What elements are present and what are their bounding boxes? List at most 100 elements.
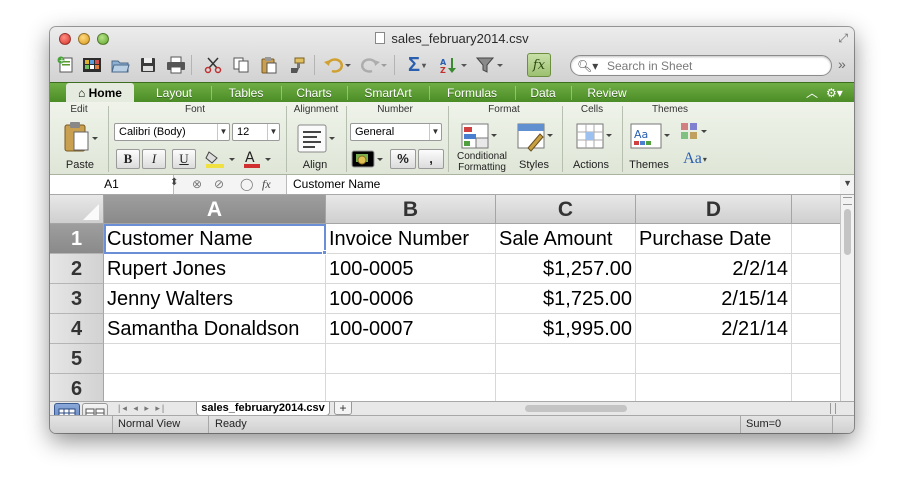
add-sheet-button[interactable]: +	[334, 402, 352, 415]
column-header-d[interactable]: D	[636, 195, 792, 224]
print-icon[interactable]	[165, 53, 187, 77]
currency-format-icon[interactable]	[350, 149, 386, 169]
paste-icon[interactable]	[258, 53, 280, 77]
row-header-5[interactable]: 5	[50, 344, 104, 374]
search-in-sheet-field[interactable]: 🔍︎▾ Search in Sheet	[570, 55, 832, 76]
cell-c1[interactable]: Sale Amount	[496, 224, 636, 254]
cell-e2[interactable]	[792, 254, 840, 284]
fill-handle[interactable]	[322, 250, 327, 255]
row-header-6[interactable]: 6	[50, 374, 104, 401]
ribbon-settings-icon[interactable]: ⚙▾	[826, 83, 843, 103]
comma-style-button[interactable]: ,	[418, 149, 444, 169]
themes-icon[interactable]: Aa	[626, 120, 672, 152]
highlight-color-icon[interactable]	[202, 149, 238, 169]
tab-tables[interactable]: Tables	[214, 83, 278, 103]
cell-a5[interactable]	[104, 344, 326, 374]
cell-a6[interactable]	[104, 374, 326, 401]
cell-e5[interactable]	[792, 344, 840, 374]
select-all-corner[interactable]	[50, 195, 104, 224]
row-header-1[interactable]: 1	[50, 224, 104, 254]
tab-charts[interactable]: Charts	[284, 83, 344, 103]
format-painter-icon[interactable]	[286, 53, 308, 77]
cell-b3[interactable]: 100-0006	[326, 284, 496, 314]
cell-actions-icon[interactable]	[572, 120, 614, 152]
theme-fonts-icon[interactable]: Aa ▾	[678, 148, 712, 170]
cell-a1[interactable]: Customer Name	[104, 224, 326, 254]
cell-b6[interactable]	[326, 374, 496, 401]
cell-a4[interactable]: Samantha Donaldson	[104, 314, 326, 344]
cell-d6[interactable]	[636, 374, 792, 401]
open-icon[interactable]	[109, 53, 131, 77]
insert-function-icon[interactable]: fx	[262, 177, 271, 192]
save-icon[interactable]	[137, 53, 159, 77]
collapse-ribbon-icon[interactable]: ︿	[806, 83, 818, 103]
cell-d5[interactable]	[636, 344, 792, 374]
paste-button-icon[interactable]	[60, 120, 100, 154]
cell-a2[interactable]: Rupert Jones	[104, 254, 326, 284]
toolbar-overflow-icon[interactable]: »	[838, 56, 846, 72]
search-icon[interactable]: 🔍︎▾	[577, 59, 601, 73]
horizontal-split-handle-icon[interactable]	[830, 403, 836, 414]
bold-button[interactable]: B	[116, 149, 140, 169]
cell-c6[interactable]	[496, 374, 636, 401]
cell-d4[interactable]: 2/21/14	[636, 314, 792, 344]
row-header-4[interactable]: 4	[50, 314, 104, 344]
font-size-select[interactable]: 12 ▼	[232, 123, 280, 141]
cut-icon[interactable]	[202, 53, 224, 77]
tab-home[interactable]: ⌂ Home	[66, 83, 134, 103]
horizontal-scroll-thumb[interactable]	[525, 405, 627, 412]
align-icon[interactable]	[296, 124, 338, 154]
number-format-select[interactable]: General ▼	[350, 123, 442, 141]
cell-d2[interactable]: 2/2/14	[636, 254, 792, 284]
new-workbook-icon[interactable]: +	[56, 53, 76, 77]
vertical-scrollbar[interactable]	[840, 195, 854, 401]
cancel-edit-icon[interactable]: ⊗	[192, 177, 202, 191]
cell-b4[interactable]: 100-0007	[326, 314, 496, 344]
italic-button[interactable]: I	[142, 149, 166, 169]
copy-icon[interactable]	[230, 53, 252, 77]
undo-icon[interactable]	[322, 53, 352, 77]
column-header-b[interactable]: B	[326, 195, 496, 224]
confirm-edit-icon[interactable]: ⊘	[214, 177, 224, 191]
column-header-c[interactable]: C	[496, 195, 636, 224]
tab-data[interactable]: Data	[518, 83, 568, 103]
cell-b1[interactable]: Invoice Number	[326, 224, 496, 254]
expand-formula-bar-icon[interactable]: ▼	[843, 178, 852, 188]
templates-icon[interactable]	[81, 53, 103, 77]
cell-e3[interactable]	[792, 284, 840, 314]
percent-style-button[interactable]: %	[390, 149, 416, 169]
filter-icon[interactable]	[474, 53, 504, 77]
name-box-stepper-icon[interactable]: ⬍	[170, 177, 178, 188]
row-header-3[interactable]: 3	[50, 284, 104, 314]
cell-b2[interactable]: 100-0005	[326, 254, 496, 284]
cell-b5[interactable]	[326, 344, 496, 374]
font-name-select[interactable]: Calibri (Body) ▼	[114, 123, 230, 141]
formula-circle-icon[interactable]: ◯	[240, 177, 253, 191]
cell-c3[interactable]: $1,725.00	[496, 284, 636, 314]
cell-e6[interactable]	[792, 374, 840, 401]
cell-c4[interactable]: $1,995.00	[496, 314, 636, 344]
cell-c5[interactable]	[496, 344, 636, 374]
cell-a3[interactable]: Jenny Walters	[104, 284, 326, 314]
cell-e1[interactable]	[792, 224, 840, 254]
underline-button[interactable]: U	[172, 149, 196, 169]
conditional-formatting-icon[interactable]	[456, 120, 500, 152]
redo-icon[interactable]	[358, 53, 388, 77]
tab-review[interactable]: Review	[574, 83, 640, 103]
function-icon[interactable]: fx	[527, 53, 551, 77]
row-header-2[interactable]: 2	[50, 254, 104, 284]
font-color-icon[interactable]: A	[240, 149, 278, 169]
formula-input[interactable]: Customer Name	[286, 175, 840, 194]
cell-e4[interactable]	[792, 314, 840, 344]
tab-smartart[interactable]: SmartArt	[350, 83, 426, 103]
sheet-tab-active[interactable]: sales_february2014.csv	[196, 402, 330, 416]
cell-d1[interactable]: Purchase Date	[636, 224, 792, 254]
name-box[interactable]: A1	[50, 175, 174, 194]
autosum-icon[interactable]: Σ ▾	[402, 53, 432, 77]
theme-colors-icon[interactable]	[678, 122, 710, 144]
column-header-a[interactable]: A	[104, 195, 326, 224]
sort-icon[interactable]: AZ	[438, 53, 468, 77]
cell-d3[interactable]: 2/15/14	[636, 284, 792, 314]
sheet-navigation-arrows[interactable]: |◂ ◂ ▸ ▸|	[118, 403, 166, 414]
styles-icon[interactable]	[512, 120, 556, 152]
